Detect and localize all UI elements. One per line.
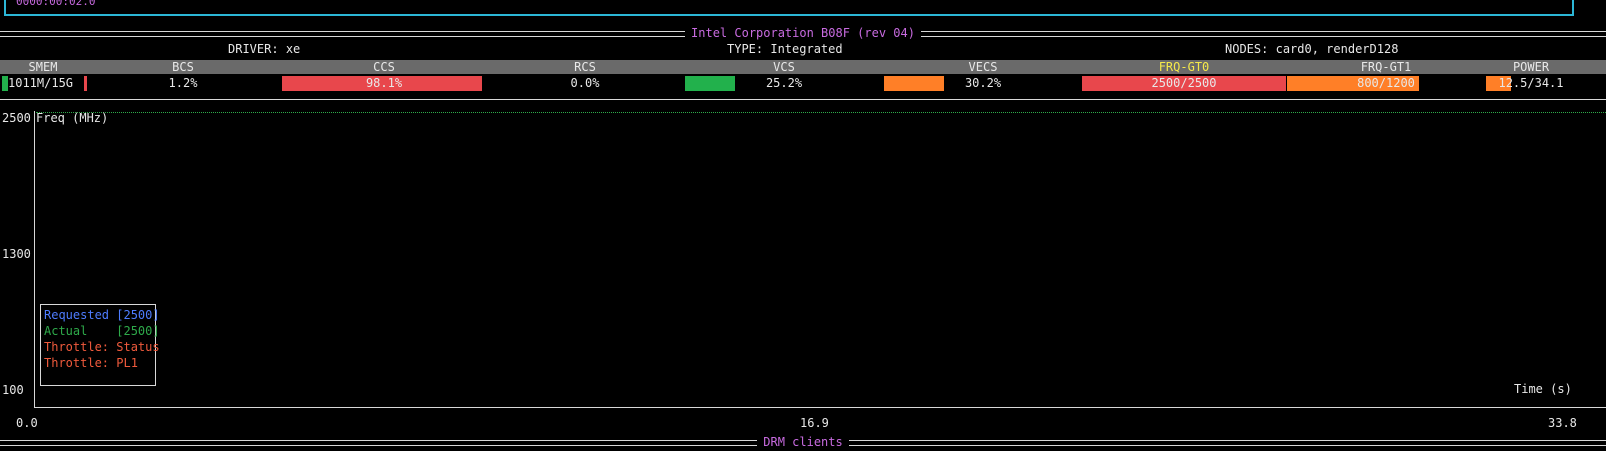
nodes-value: card0, renderD128 [1275, 42, 1399, 56]
legend-throttle-pl1: Throttle: PL1 [44, 356, 138, 370]
rcs-value: 0.0% [570, 76, 600, 90]
frq-gt1-header: FRQ-GT1 [1360, 60, 1412, 74]
driver-label: DRIVER: [228, 42, 279, 56]
device-title: Intel Corporation B08F (rev 04) [685, 26, 921, 40]
type-label: TYPE: [727, 42, 764, 56]
ccs-header: CCS [373, 60, 395, 74]
vcs-header: VCS [773, 60, 795, 74]
type-info: TYPE: Integrated [727, 42, 843, 56]
x-axis-label: Time (s) [1514, 382, 1572, 396]
driver-value: xe [285, 42, 301, 56]
engine-divider [0, 99, 1606, 100]
frq-gt0-header: FRQ-GT0 [1158, 60, 1210, 74]
x-tick-start: 0.0 [16, 416, 38, 430]
frq-gt0-value: 2500/2500 [1151, 76, 1217, 90]
type-value: Integrated [770, 42, 843, 56]
freq-graph-frame [34, 111, 1606, 408]
power-value: 12.5/34.1 [1498, 76, 1564, 90]
x-tick-mid: 16.9 [800, 416, 829, 430]
smem-header: SMEM [28, 60, 58, 74]
pci-address: 0000:00:02.0 [16, 0, 96, 8]
y-tick-min: 100 [2, 383, 24, 397]
nodes-info: NODES: card0, renderD128 [1225, 42, 1398, 56]
vecs-value: 30.2% [964, 76, 1002, 90]
x-tick-end: 33.8 [1548, 416, 1577, 430]
graph-legend: Requested [2500] Actual [2500] Throttle:… [40, 304, 160, 386]
drm-clients-title: DRM clients [757, 435, 849, 449]
bcs-value: 1.2% [168, 76, 198, 90]
driver-info: DRIVER: xe [228, 42, 300, 56]
bcs-header: BCS [172, 60, 194, 74]
y-tick-mid: 1300 [2, 247, 31, 261]
pci-panel [4, 0, 1574, 16]
drm-title-row: DRM clients [0, 435, 1606, 449]
device-title-row: Intel Corporation B08F (rev 04) [0, 26, 1606, 40]
vecs-header: VECS [968, 60, 998, 74]
vcs-value: 25.2% [765, 76, 803, 90]
power-header: POWER [1512, 60, 1550, 74]
frq-gt1-value: 800/1200 [1357, 76, 1415, 90]
y-tick-max: 2500 [2, 111, 31, 125]
legend-throttle-status: Throttle: Status [44, 340, 160, 354]
legend-actual: Actual [2500] [44, 324, 160, 338]
graph-title: Freq (MHz) [36, 111, 109, 125]
ccs-value: 98.1% [365, 76, 403, 90]
nodes-label: NODES: [1225, 42, 1269, 56]
legend-requested: Requested [2500] [44, 308, 160, 322]
rcs-header: RCS [574, 60, 596, 74]
freq-series-line [36, 112, 1606, 113]
smem-value: 1011M/15G [8, 76, 74, 90]
